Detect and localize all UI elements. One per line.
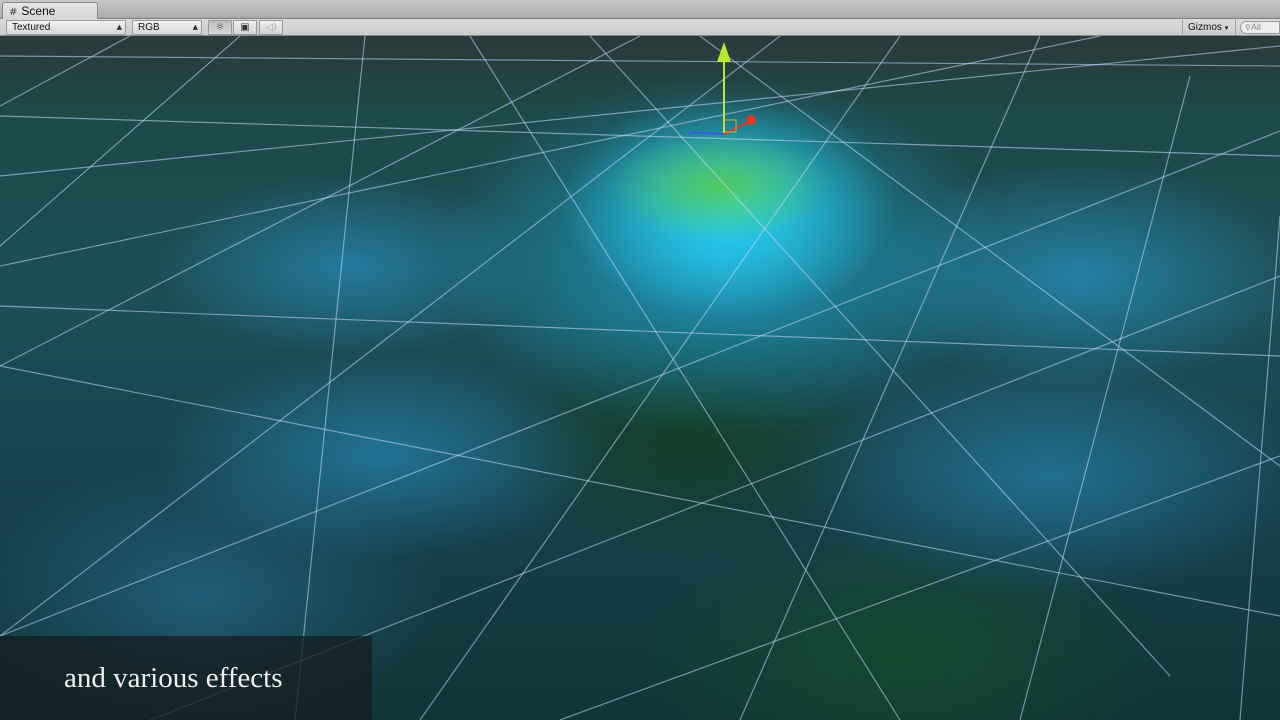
draw-mode-value: Textured xyxy=(12,22,51,33)
dropdown-arrow-icon: ▾ xyxy=(1224,24,1229,32)
sun-icon: ☼ xyxy=(215,22,225,33)
caption-text: and various effects xyxy=(64,662,283,694)
gizmos-dropdown[interactable]: Gizmos ▾ xyxy=(1182,20,1236,35)
hierarchy-search-field[interactable]: ⚲All xyxy=(1240,21,1280,34)
audio-toggle[interactable]: ◁) xyxy=(259,20,283,35)
scene-lighting-toggle[interactable]: ☼ xyxy=(208,20,232,35)
scene-viewport[interactable] xyxy=(0,36,1280,720)
gizmos-label: Gizmos xyxy=(1188,22,1222,33)
editor-tab-strip: # Scene xyxy=(0,0,1280,19)
y-axis-arrow-icon xyxy=(717,42,731,62)
x-axis-handle-icon xyxy=(746,115,756,125)
video-caption-box: and various effects xyxy=(0,636,372,720)
render-mode-value: RGB xyxy=(138,22,160,33)
draw-mode-dropdown[interactable]: Textured ▲ xyxy=(6,20,126,35)
image-icon: ▣ xyxy=(240,22,250,33)
scene-toolbar: Textured ▲ RGB ▲ ☼ ▣ ◁) Gizmos ▾ ⚲All xyxy=(0,19,1280,36)
dropdown-arrow-icon: ▲ xyxy=(192,23,198,31)
scene-grid-icon: # xyxy=(9,7,18,18)
scene-tab-label: Scene xyxy=(21,4,56,18)
speaker-icon: ◁) xyxy=(265,22,277,33)
transform-gizmo[interactable] xyxy=(690,36,770,166)
scene-grid xyxy=(0,36,1280,720)
dropdown-arrow-icon: ▲ xyxy=(116,23,122,31)
scene-effects-toggle[interactable]: ▣ xyxy=(233,20,257,35)
scene-tab[interactable]: # Scene xyxy=(2,2,98,19)
search-placeholder: All xyxy=(1250,22,1261,32)
render-mode-dropdown[interactable]: RGB ▲ xyxy=(132,20,202,35)
